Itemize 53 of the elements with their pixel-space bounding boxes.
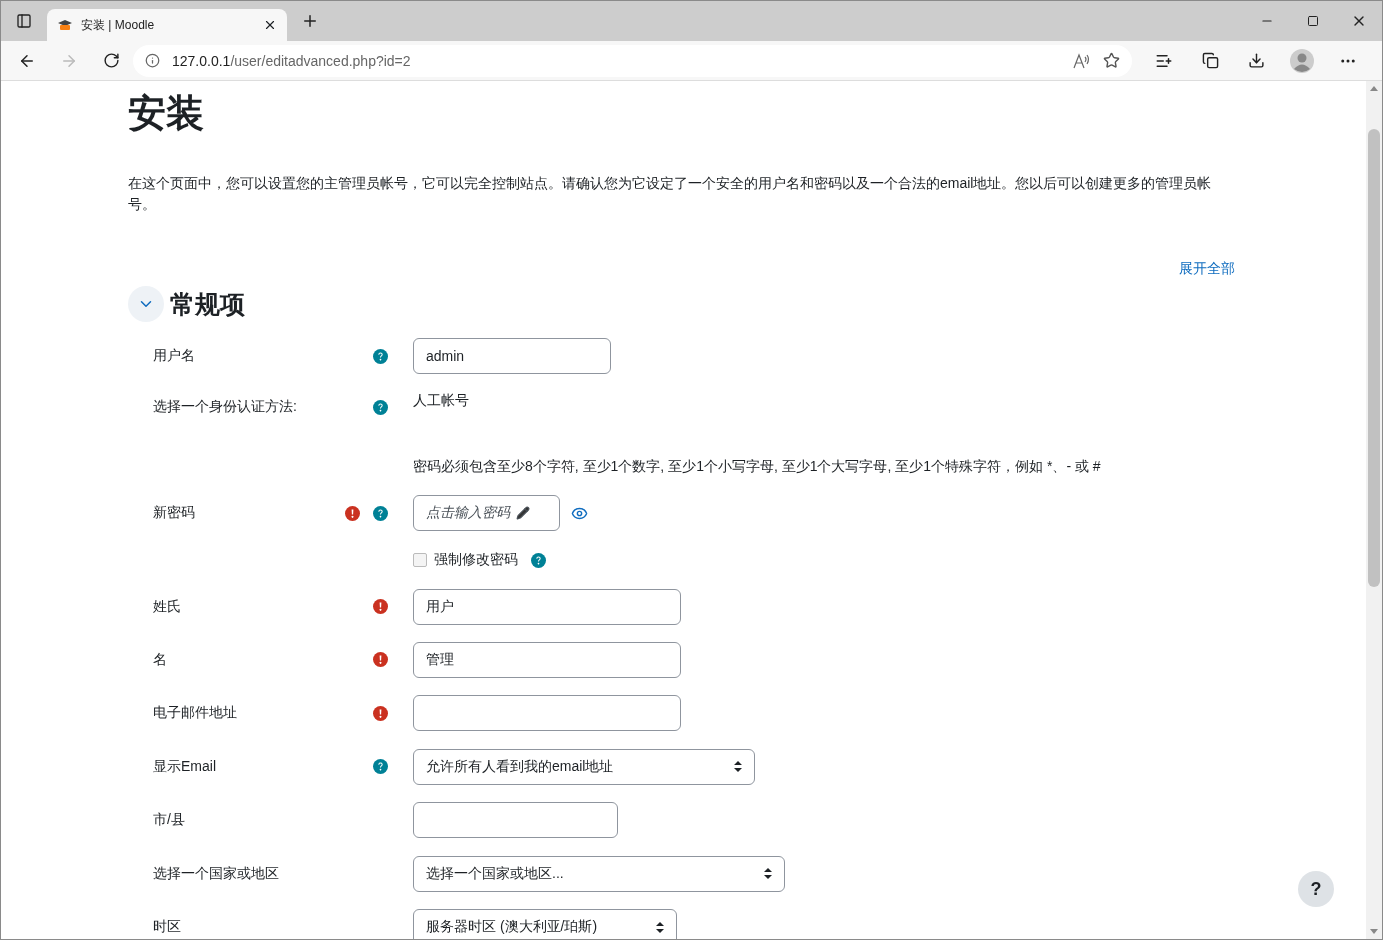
checkbox[interactable]: [413, 553, 427, 567]
help-icon[interactable]: [373, 505, 388, 521]
text-field[interactable]: [413, 695, 681, 731]
select-arrows-icon: [764, 868, 772, 879]
select-dropdown[interactable]: 选择一个国家或地区...: [413, 855, 785, 892]
field-label: 电子邮件地址: [153, 704, 237, 722]
new-tab-icon[interactable]: [301, 12, 319, 30]
select-dropdown[interactable]: 允许所有人看到我的email地址: [413, 748, 755, 785]
download-icon[interactable]: [1247, 52, 1265, 69]
help-icon[interactable]: [531, 552, 546, 568]
page-title: 安装: [128, 91, 205, 136]
sidebar-icon[interactable]: [16, 13, 32, 29]
info-icon[interactable]: [145, 53, 160, 68]
text-field[interactable]: [413, 802, 618, 838]
scrollbar[interactable]: [1366, 81, 1382, 939]
field-label: 姓氏: [153, 597, 181, 616]
help-icon[interactable]: [373, 399, 388, 415]
address-bar[interactable]: 127.0.0.1/user/editadvanced.php?id=2: [133, 44, 1132, 77]
text-field[interactable]: 管理: [413, 641, 681, 678]
reload-icon[interactable]: [102, 52, 120, 69]
text-field[interactable]: admin: [413, 338, 611, 374]
collections-icon[interactable]: [1201, 52, 1219, 69]
close-tab-icon[interactable]: [263, 18, 277, 32]
checkbox-label: 强制修改密码: [434, 551, 518, 569]
field-label: 新密码: [153, 504, 195, 522]
help-icon[interactable]: [373, 759, 388, 774]
intro-text: 在这个页面中，您可以设置您的主管理员帐号，它可以完全控制站点。请确认您为它设定了一个安全的用户名和密码以及一个合法的email地址。您以后可以创建更多的管理员帐号。: [128, 174, 1213, 214]
read-aloud-icon[interactable]: [1073, 52, 1091, 69]
password-field[interactable]: 点击输入密码: [413, 495, 560, 531]
select-arrows-icon: [734, 761, 742, 772]
add-favorite-icon[interactable]: [1103, 52, 1120, 69]
field-label: 用户名: [153, 347, 195, 365]
field-label: 名: [153, 650, 167, 669]
help-icon[interactable]: [373, 348, 388, 364]
expand-all-link[interactable]: 展开全部: [1179, 260, 1235, 278]
profile-avatar-icon[interactable]: [1290, 48, 1314, 73]
field-label: 市/县: [153, 811, 185, 829]
password-rules-text: 密码必须包含至少8个字符, 至少1个数字, 至少1个小写字母, 至少1个大写字母, 至少1个特殊字符，例如 *、- 或 #: [413, 458, 1101, 476]
select-dropdown[interactable]: 服务器时区 (澳大利亚/珀斯): [413, 909, 677, 939]
section-toggle[interactable]: [128, 286, 164, 322]
section-title: 常规项: [170, 288, 245, 320]
field-label: 选择一个国家或地区: [153, 864, 279, 883]
text-field[interactable]: 用户: [413, 588, 681, 625]
maximize-icon[interactable]: [1307, 15, 1319, 27]
auth-method-text: 人工帐号: [413, 392, 469, 410]
field-label: 显示Email: [153, 757, 216, 776]
field-label: 时区: [153, 918, 181, 936]
select-arrows-icon: [656, 921, 664, 933]
graduation-cap-icon: [57, 19, 73, 31]
field-label: 选择一个身份认证方法:: [153, 398, 297, 416]
browser-tab[interactable]: 安装 | Moodle: [47, 9, 287, 41]
help-button[interactable]: ?: [1298, 871, 1334, 907]
pencil-icon: [516, 506, 530, 520]
